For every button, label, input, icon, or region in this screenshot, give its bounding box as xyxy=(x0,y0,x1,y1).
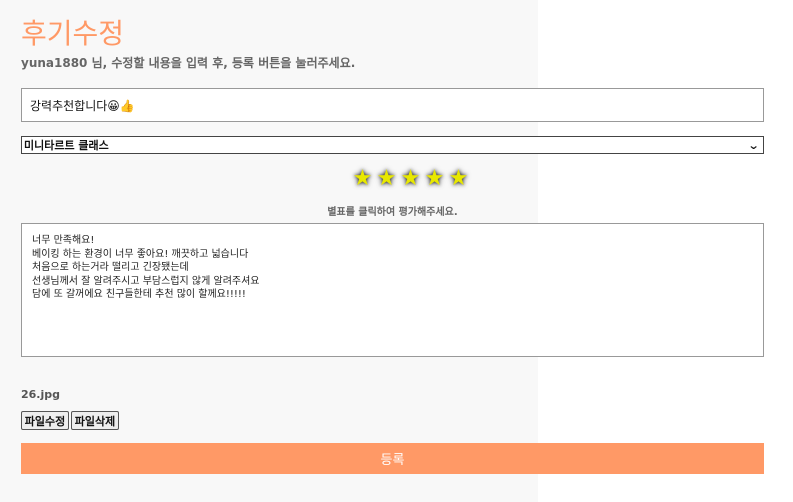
page-title: 후기수정 xyxy=(21,17,125,50)
star-icon[interactable]: ★ xyxy=(424,167,445,191)
file-delete-button[interactable]: 파일삭제 xyxy=(71,411,119,430)
review-title-value: 강력추천합니다😀👍 xyxy=(30,98,135,113)
class-select-value: 미니타르트 클래스 xyxy=(24,139,109,152)
star-icon[interactable]: ★ xyxy=(448,167,469,191)
review-content-textarea[interactable]: 너무 만족해요! 베이킹 하는 환경이 너무 좋아요! 깨끗하고 넓습니다 처음… xyxy=(21,223,764,357)
submit-button[interactable]: 등록 xyxy=(21,443,764,474)
rating-help-text: 별표를 클릭하여 평가해주세요. xyxy=(327,207,458,218)
star-rating[interactable]: ★ ★ ★ ★ ★ xyxy=(352,167,469,193)
star-icon[interactable]: ★ xyxy=(376,167,397,191)
class-select[interactable]: 미니타르트 클래스 ⌄ xyxy=(21,136,764,154)
review-title-input[interactable]: 강력추천합니다😀👍 xyxy=(21,88,764,122)
file-edit-button[interactable]: 파일수정 xyxy=(21,411,69,430)
chevron-down-icon: ⌄ xyxy=(747,138,760,152)
attached-file-name: 26.jpg xyxy=(21,388,61,401)
page-subtitle: yuna1880 님, 수정할 내용을 입력 후, 등록 버튼을 눌러주세요. xyxy=(21,56,356,70)
star-icon[interactable]: ★ xyxy=(400,167,421,191)
star-icon[interactable]: ★ xyxy=(352,167,373,191)
